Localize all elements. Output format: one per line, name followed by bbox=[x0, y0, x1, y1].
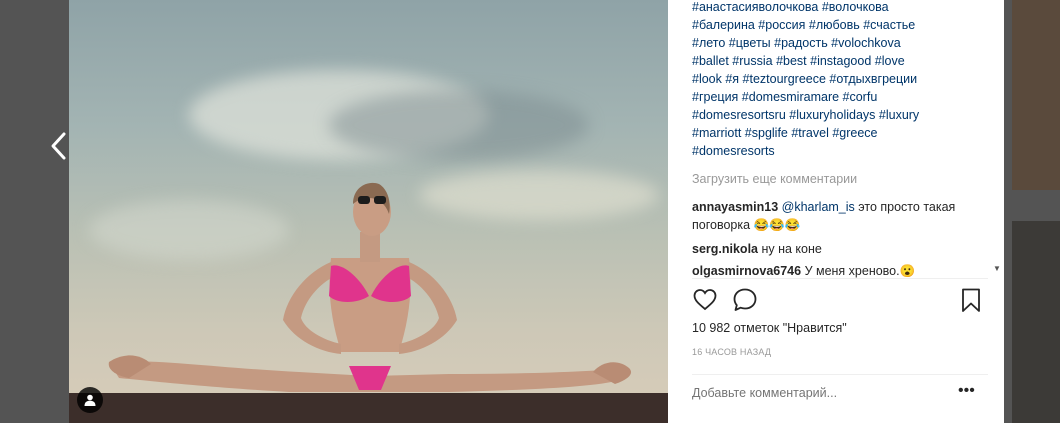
next-post-image-bottom bbox=[1012, 221, 1060, 423]
caption-line[interactable]: #domesresorts bbox=[692, 142, 988, 160]
save-button[interactable] bbox=[958, 287, 984, 313]
comment-text: ну на коне bbox=[758, 242, 822, 256]
comment-item: olgasmirnova6746 У меня хреново.😮 bbox=[692, 262, 982, 278]
more-options-button[interactable]: ••• bbox=[958, 382, 975, 400]
caption-line[interactable]: #ballet #russia #best #instagood #love bbox=[692, 52, 988, 70]
speech-bubble-icon bbox=[733, 288, 757, 311]
rooftop bbox=[69, 393, 668, 423]
comment-username[interactable]: olgasmirnova6746 bbox=[692, 264, 801, 278]
likes-count[interactable]: 10 982 отметок "Нравится" bbox=[692, 321, 847, 335]
add-comment-input[interactable] bbox=[692, 386, 932, 400]
post-info-panel: #анастасияволочкова #волочкова #балерина… bbox=[668, 0, 1004, 423]
caption-line[interactable]: #look #я #teztourgreece #отдыхвгреции bbox=[692, 70, 988, 88]
post-timestamp[interactable]: 16 ЧАСОВ НАЗАД bbox=[692, 347, 771, 357]
divider bbox=[692, 374, 988, 375]
caption-line[interactable]: #лето #цветы #радость #volochkova bbox=[692, 34, 988, 52]
comment-username[interactable]: serg.nikola bbox=[692, 242, 758, 256]
caption-line[interactable]: #греция #domesmiramare #corfu bbox=[692, 88, 988, 106]
caption-line[interactable]: #анастасияволочкова #волочкова bbox=[692, 0, 988, 16]
comment-text: У меня хреново.😮 bbox=[801, 264, 916, 278]
next-post-preview bbox=[1004, 0, 1060, 423]
caption-line[interactable]: #marriott #spglife #travel #greece bbox=[692, 124, 988, 142]
bookmark-icon bbox=[962, 288, 980, 312]
scroll-down-arrow-icon[interactable]: ▼ bbox=[993, 264, 1001, 273]
person-icon bbox=[84, 394, 96, 406]
post-photo[interactable] bbox=[69, 0, 668, 423]
load-more-comments-link[interactable]: Загрузить еще комментарии bbox=[692, 172, 857, 186]
comment-username[interactable]: annayasmin13 bbox=[692, 200, 778, 214]
caption-line[interactable]: #domesresortsru #luxuryholidays #luxury bbox=[692, 106, 988, 124]
heart-icon bbox=[693, 289, 717, 311]
comment-item: serg.nikola ну на коне bbox=[692, 240, 982, 258]
next-post-image-top bbox=[1012, 0, 1060, 190]
comment-mention[interactable]: @kharlam_is bbox=[782, 200, 855, 214]
like-button[interactable] bbox=[692, 287, 718, 313]
divider bbox=[692, 278, 988, 279]
dancer-figure bbox=[108, 182, 632, 392]
tagged-users-button[interactable] bbox=[77, 387, 103, 413]
post-caption: #анастасияволочкова #волочкова #балерина… bbox=[692, 0, 988, 160]
comment-item: annayasmin13 @kharlam_is это просто така… bbox=[692, 198, 982, 234]
comment-button[interactable] bbox=[732, 287, 758, 313]
caption-line[interactable]: #балерина #россия #любовь #счастье bbox=[692, 16, 988, 34]
